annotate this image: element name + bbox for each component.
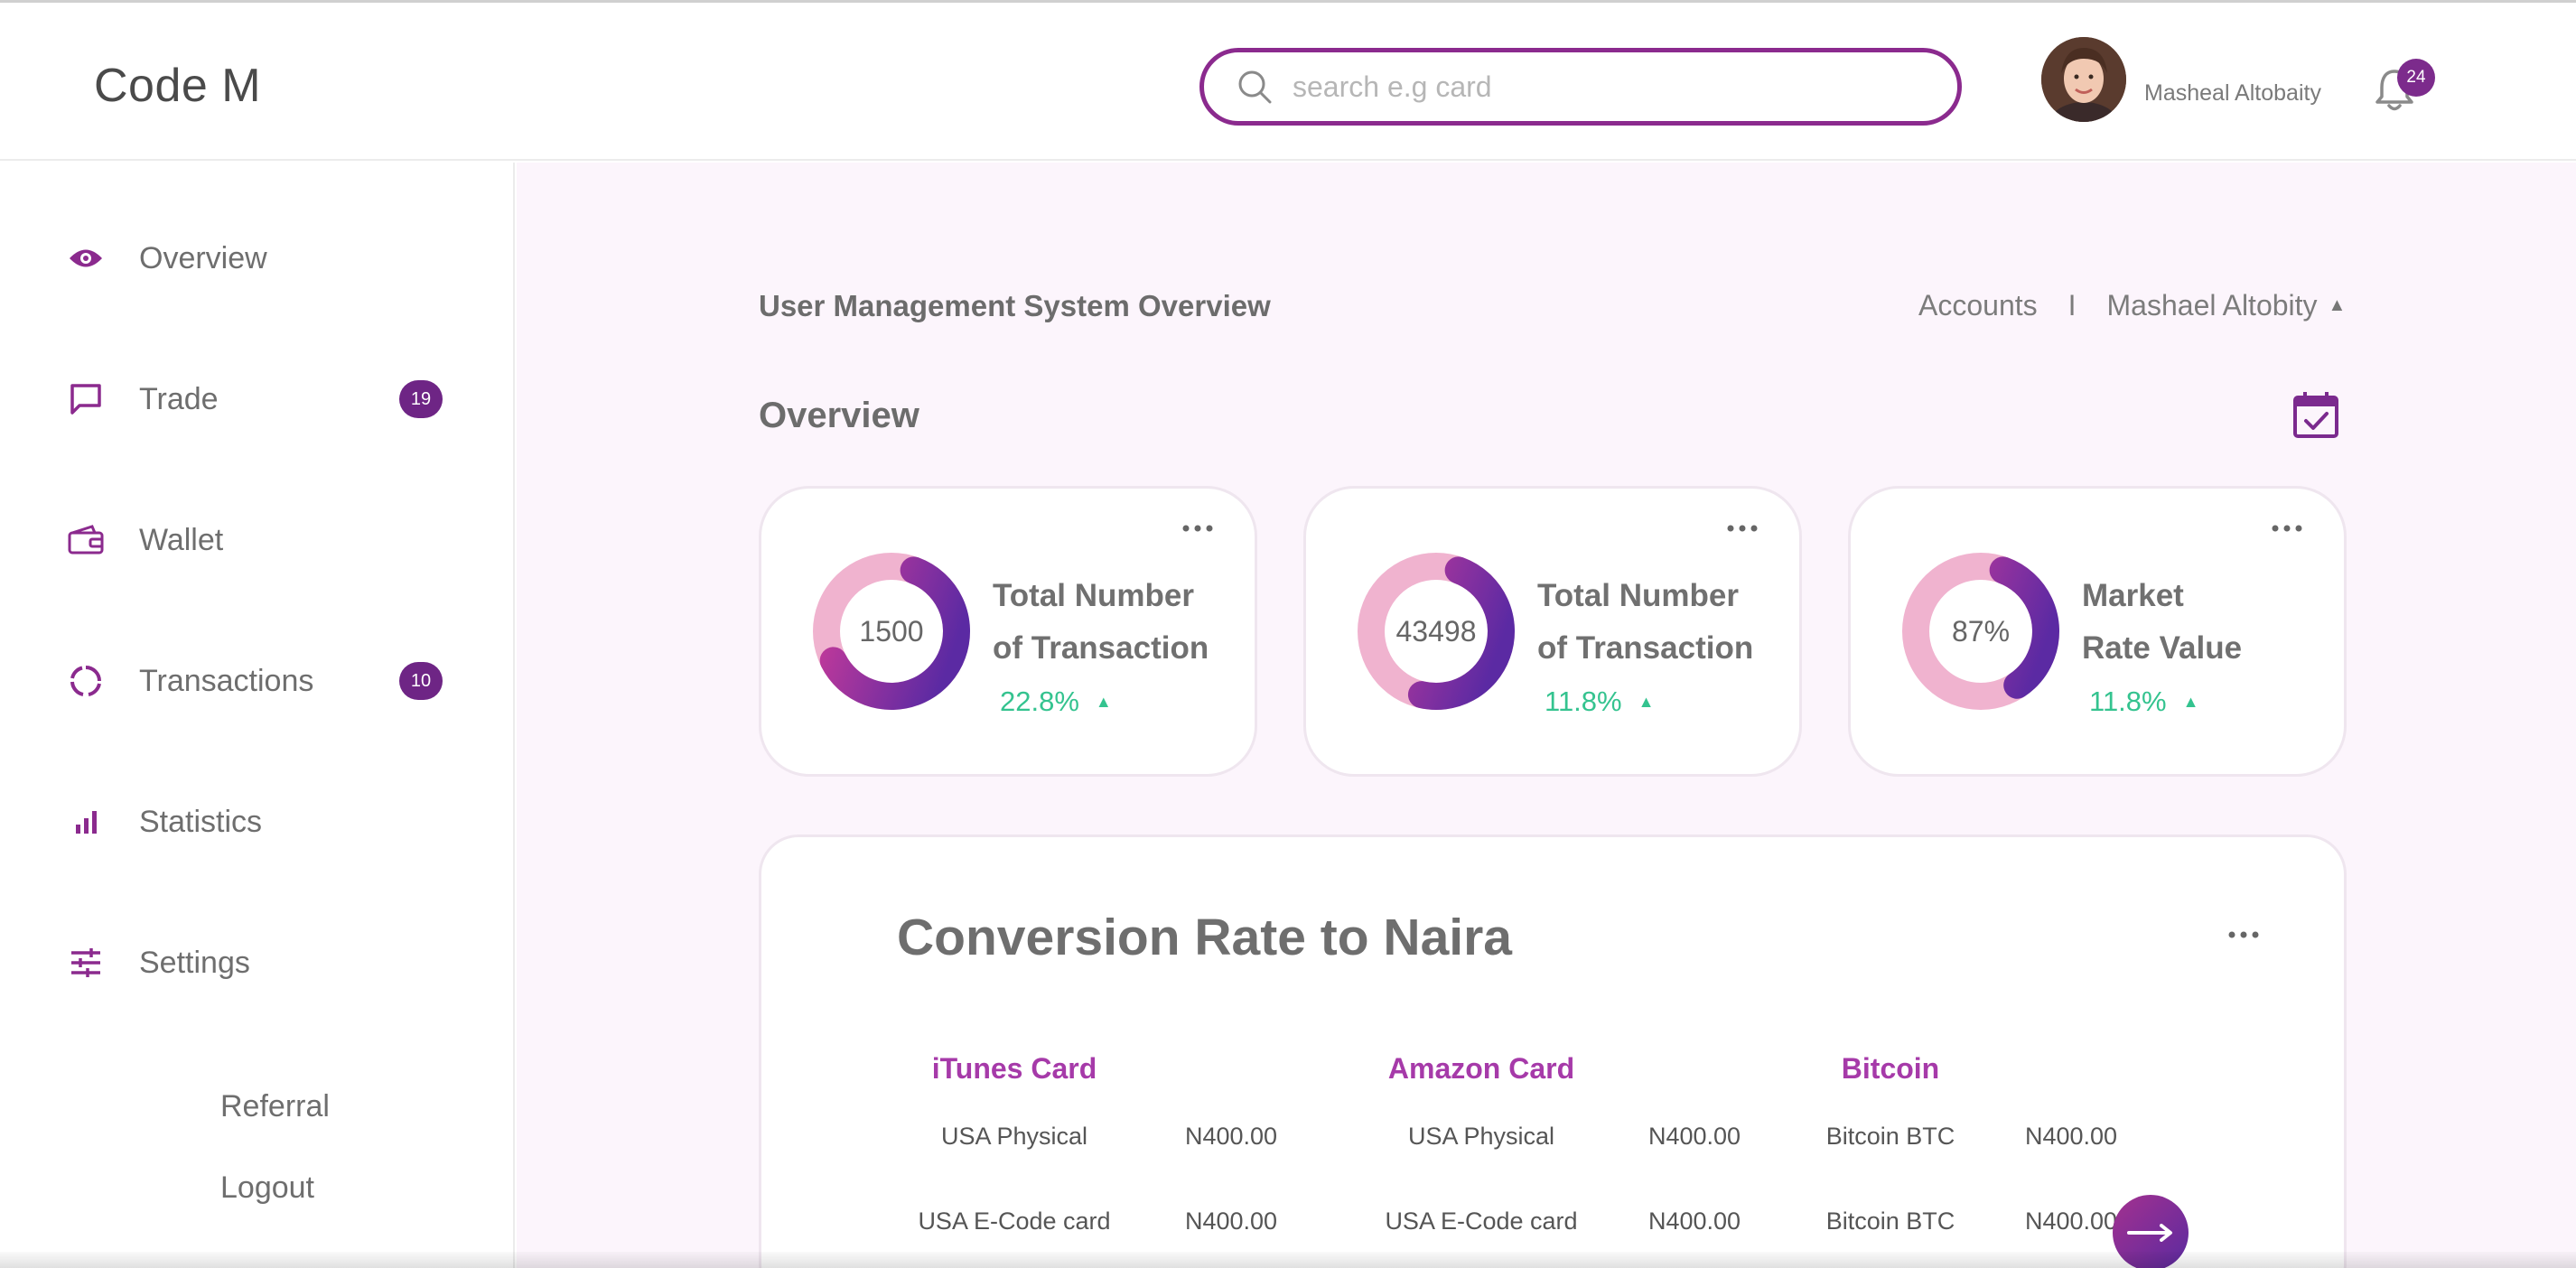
bar-chart-icon	[63, 799, 108, 844]
search-icon	[1238, 70, 1272, 104]
stat-card-transactions: 1500 Total Number of Transaction 22.8% ▲	[759, 486, 1257, 777]
column-heading-amazon: Amazon Card	[1387, 1052, 1575, 1085]
conversion-rate-panel: Conversion Rate to Naira iTunes Card USA…	[759, 834, 2347, 1268]
wallet-icon	[63, 517, 108, 563]
sidebar-item-label: Settings	[139, 945, 250, 980]
card-rate: N400.00	[1647, 1123, 1741, 1150]
stat-card-transactions-total: 43498 Total Number of Transaction 11.8% ▲	[1303, 486, 1802, 777]
sidebar-item-label: Overview	[139, 240, 267, 275]
user-name[interactable]: Masheal Altobaity	[2144, 80, 2321, 107]
main-content: User Management System Overview Accounts…	[517, 163, 2576, 1268]
more-options-icon[interactable]	[1727, 525, 1758, 532]
window-bottom-edge	[0, 1252, 2576, 1268]
stat-label: Total Number of Transaction	[1537, 578, 1754, 666]
search-input[interactable]	[1293, 70, 1925, 104]
transactions-count-badge: 10	[399, 662, 443, 700]
card-rate: N400.00	[1647, 1207, 1741, 1235]
card-rate: N400.00	[1184, 1207, 1278, 1235]
logout-link[interactable]: Logout	[220, 1170, 314, 1206]
card-type: USA E-Code card	[918, 1207, 1111, 1235]
breadcrumb-separator: I	[2067, 289, 2077, 322]
stat-label: Market Rate Value	[2082, 578, 2243, 666]
notification-badge: 24	[2397, 59, 2435, 97]
card-type: USA Physical	[1407, 1123, 1555, 1150]
stat-change: 11.8% ▲	[2089, 685, 2199, 717]
breadcrumb-user[interactable]: Mashael Altobity	[2107, 289, 2318, 322]
panel-title: Conversion Rate to Naira	[897, 909, 1512, 966]
referral-link[interactable]: Referral	[220, 1089, 330, 1124]
search-bar[interactable]	[1199, 48, 1962, 126]
more-options-icon[interactable]	[2228, 931, 2259, 938]
eye-icon	[63, 236, 108, 281]
sidebar-item-label: Transactions	[139, 663, 314, 698]
trend-up-icon: ▲	[1638, 692, 1655, 711]
sidebar-item-label: Trade	[139, 381, 219, 416]
trend-up-icon: ▲	[2182, 692, 2199, 711]
breadcrumb: Accounts I Mashael Altobity ▲	[1918, 289, 2346, 322]
card-rate: N400.00	[2024, 1123, 2118, 1150]
card-type: USA Physical	[940, 1123, 1088, 1150]
stat-value: 1500	[859, 614, 924, 648]
sidebar-item-settings[interactable]: Settings	[63, 936, 443, 990]
stat-label: Total Number of Transaction	[993, 578, 1209, 666]
card-type: Bitcoin BTC	[1825, 1207, 1955, 1235]
sidebar-item-trade[interactable]: Trade 19	[63, 372, 443, 426]
chat-icon	[63, 377, 108, 422]
sidebar-item-transactions[interactable]: Transactions 10	[63, 654, 443, 708]
stat-change: 22.8% ▲	[1000, 685, 1112, 717]
sliders-icon	[63, 940, 108, 985]
page-title: User Management System Overview	[759, 289, 1271, 322]
section-title: Overview	[759, 396, 919, 435]
stat-value: 87%	[1951, 614, 2011, 648]
stat-card-market-rate: 87% Market Rate Value 11.8% ▲	[1848, 486, 2347, 777]
brand-logo[interactable]: Code M	[94, 59, 261, 113]
card-type: Bitcoin BTC	[1825, 1123, 1955, 1150]
sidebar-item-label: Wallet	[139, 522, 224, 557]
stat-change: 11.8% ▲	[1545, 685, 1655, 717]
breadcrumb-accounts[interactable]: Accounts	[1918, 289, 2038, 322]
column-heading-bitcoin: Bitcoin	[1841, 1052, 1940, 1085]
avatar[interactable]	[2041, 37, 2126, 122]
more-options-icon[interactable]	[1182, 525, 1213, 532]
sidebar: Overview Trade 19 Wallet Transactions 10…	[0, 163, 515, 1268]
calendar-check-icon[interactable]	[2292, 390, 2339, 439]
circle-progress-icon	[63, 658, 108, 704]
trade-count-badge: 19	[399, 380, 443, 418]
sidebar-item-label: Statistics	[139, 804, 263, 839]
top-header: Code M Masheal Altobaity 24	[0, 3, 2576, 161]
sidebar-item-overview[interactable]: Overview	[63, 231, 443, 285]
sidebar-item-statistics[interactable]: Statistics	[63, 795, 443, 849]
arrow-right-icon	[2127, 1224, 2172, 1242]
sidebar-item-wallet[interactable]: Wallet	[63, 513, 443, 567]
card-type: USA E-Code card	[1385, 1207, 1578, 1235]
more-options-icon[interactable]	[2272, 525, 2302, 532]
trend-up-icon: ▲	[1095, 692, 1112, 711]
column-heading-itunes: iTunes Card	[931, 1052, 1097, 1085]
caret-up-icon[interactable]: ▲	[2329, 295, 2347, 316]
stat-value: 43498	[1395, 614, 1477, 648]
card-rate: N400.00	[1184, 1123, 1278, 1150]
